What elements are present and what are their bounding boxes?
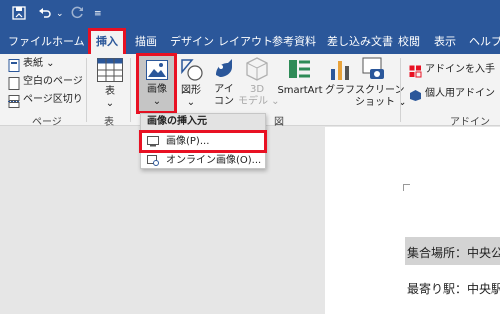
smartart-button[interactable]: SmartArt bbox=[276, 85, 324, 97]
smartart-icon bbox=[288, 58, 312, 84]
tab-mailings[interactable]: 差し込み文書 bbox=[327, 29, 393, 54]
addins-group-label: アドイン bbox=[450, 117, 490, 128]
title-bar: ⌄ ≡ bbox=[0, 0, 500, 29]
tab-review[interactable]: 校閲 bbox=[398, 29, 420, 54]
screenshot-button[interactable]: スクリーン bbox=[355, 85, 405, 97]
store-icon bbox=[409, 63, 422, 82]
undo-icon[interactable] bbox=[38, 6, 52, 25]
3d-model-icon bbox=[246, 57, 268, 85]
get-addins-button[interactable]: アドインを入手 bbox=[425, 63, 495, 76]
pages-group-label: ページ bbox=[32, 117, 62, 128]
cover-page-icon bbox=[8, 57, 20, 76]
tab-help[interactable]: ヘルプ bbox=[469, 29, 500, 54]
3d-model-button[interactable]: 3D bbox=[244, 84, 270, 96]
picture-highlight bbox=[136, 53, 177, 114]
screenshot-icon bbox=[362, 57, 386, 85]
icons-icon bbox=[212, 57, 236, 85]
tab-view[interactable]: 表示 bbox=[434, 29, 456, 54]
table-icon bbox=[97, 58, 123, 86]
chart-button[interactable]: グラフ bbox=[325, 85, 355, 97]
divider bbox=[86, 58, 87, 122]
menu-header: 画像の挿入元 bbox=[141, 114, 265, 130]
autosave-icon[interactable] bbox=[12, 6, 26, 25]
undo-dropdown-icon[interactable]: ⌄ bbox=[56, 6, 64, 22]
redo-icon[interactable] bbox=[70, 6, 84, 25]
tab-layout[interactable]: レイアウト bbox=[218, 29, 273, 54]
divider bbox=[130, 58, 131, 122]
menu-item-online-pictures[interactable]: オンライン画像(O)... bbox=[147, 152, 265, 169]
blank-page-icon bbox=[8, 75, 20, 94]
table-group-label: 表 bbox=[104, 117, 114, 128]
menu-item-highlight bbox=[139, 130, 267, 153]
page-break-button[interactable]: ページ区切り bbox=[23, 93, 83, 106]
table-button[interactable]: 表 bbox=[103, 86, 117, 98]
ribbon-tab-bar: ファイル ホーム 描画 デザイン レイアウト 参考資料 差し込み文書 校閲 表示… bbox=[0, 29, 500, 54]
document-line: 集合場所：中央公 bbox=[407, 246, 500, 260]
blank-page-button[interactable]: 空白のページ bbox=[23, 75, 83, 88]
chart-icon bbox=[330, 57, 350, 85]
3d-model-button-line2: モデル ⌄ bbox=[238, 96, 280, 107]
tab-draw[interactable]: 描画 bbox=[135, 29, 157, 54]
document-page[interactable]: 集合場所：中央公 最寄り駅：中央駅 bbox=[325, 127, 500, 314]
icons-button-line2: コン bbox=[214, 96, 234, 107]
customize-quick-access-icon[interactable]: ≡ bbox=[94, 6, 102, 22]
chevron-down-icon: ⌄ bbox=[105, 98, 115, 109]
tab-insert[interactable]: 挿入 bbox=[88, 28, 126, 55]
tab-home[interactable]: ホーム bbox=[52, 29, 85, 54]
my-addins-button[interactable]: 個人用アドイン ⌄ bbox=[425, 87, 500, 100]
shapes-icon bbox=[180, 58, 204, 86]
page-break-icon bbox=[8, 93, 20, 112]
my-addins-icon bbox=[409, 87, 422, 106]
document-line: 最寄り駅：中央駅 bbox=[407, 282, 500, 296]
shapes-button[interactable]: 図形 bbox=[179, 85, 203, 97]
margin-marker bbox=[403, 184, 410, 191]
chevron-down-icon: ⌄ bbox=[186, 97, 196, 108]
icons-button[interactable]: アイ bbox=[212, 84, 236, 96]
online-picture-icon bbox=[147, 155, 159, 172]
divider bbox=[400, 58, 401, 122]
screenshot-button-line2: ショット ⌄ bbox=[355, 97, 407, 108]
tab-references[interactable]: 参考資料 bbox=[272, 29, 316, 54]
tab-design[interactable]: デザイン bbox=[170, 29, 214, 54]
illustrations-group-label: 図 bbox=[274, 117, 284, 128]
tab-file[interactable]: ファイル bbox=[8, 29, 52, 54]
cover-page-button[interactable]: 表紙 ⌄ bbox=[23, 57, 55, 70]
